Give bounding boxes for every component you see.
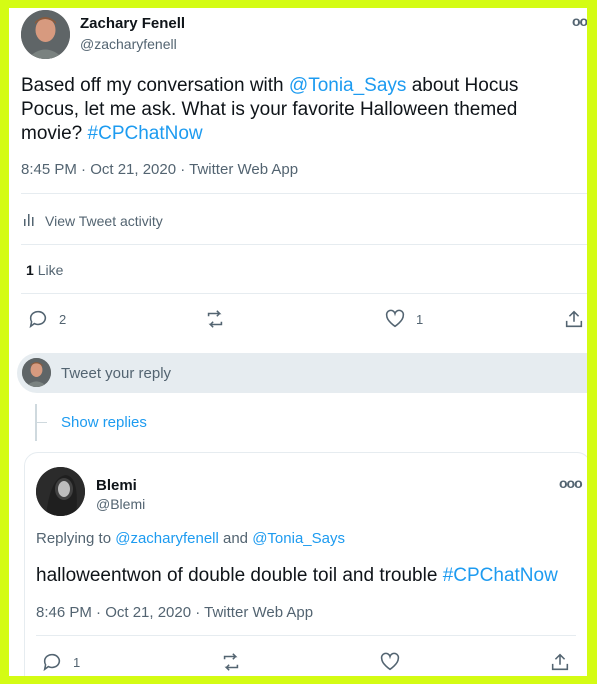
replying-to: Replying to @zacharyfenell and @Tonia_Sa… <box>36 530 345 547</box>
tweet-frame: Zachary Fenell @zacharyfenell ooo Based … <box>9 8 587 676</box>
tweet-text-part: Based off my conversation with <box>21 75 289 96</box>
like-button[interactable]: 1 <box>384 308 423 330</box>
like-label: Like <box>37 262 64 278</box>
share-icon <box>551 653 569 671</box>
share-button[interactable] <box>549 651 571 673</box>
replying-user-link[interactable]: @Tonia_Says <box>252 530 345 547</box>
reply-button[interactable]: 2 <box>27 308 66 330</box>
retweet-button[interactable] <box>220 651 242 673</box>
retweet-icon <box>223 653 239 671</box>
divider <box>21 244 587 245</box>
share-button[interactable] <box>563 308 585 330</box>
reply-author-avatar[interactable] <box>36 467 85 516</box>
replying-and: and <box>218 530 253 547</box>
reply-icon <box>43 653 61 672</box>
reply-input-placeholder[interactable]: Tweet your reply <box>61 365 171 382</box>
retweet-button[interactable] <box>204 308 226 330</box>
reply-icon <box>29 310 47 329</box>
reply-count: 2 <box>59 311 67 327</box>
author-name[interactable]: Zachary Fenell <box>80 15 185 32</box>
mention-link[interactable]: @Tonia_Says <box>289 75 407 96</box>
reply-tweet-card[interactable]: Blemi @Blemi ooo Replying to @zacharyfen… <box>24 452 587 676</box>
more-dots-icon[interactable]: ooo <box>572 13 587 29</box>
activity-label: View Tweet activity <box>45 212 163 229</box>
divider <box>36 635 576 636</box>
divider <box>21 193 587 194</box>
more-dots-icon[interactable]: ooo <box>559 475 583 491</box>
tweet-text: Based off my conversation with @Tonia_Sa… <box>21 74 576 146</box>
share-icon <box>565 310 583 328</box>
author-avatar[interactable] <box>21 10 70 59</box>
thread-connector <box>37 422 47 423</box>
hashtag-link[interactable]: #CPChatNow <box>88 123 203 144</box>
reply-text-part: halloweentwon of double double toil and … <box>36 565 443 586</box>
reply-author-name[interactable]: Blemi <box>96 477 137 494</box>
like-count: 1 <box>26 262 34 278</box>
likes-summary[interactable]: 1 Like <box>26 262 63 278</box>
divider <box>21 293 587 294</box>
user-avatar <box>22 358 51 387</box>
heart-icon <box>380 652 400 671</box>
view-activity-link[interactable]: View Tweet activity <box>23 211 163 230</box>
replying-prefix: Replying to <box>36 530 116 547</box>
reply-author-handle[interactable]: @Blemi <box>96 496 145 512</box>
replying-user-link[interactable]: @zacharyfenell <box>115 530 219 547</box>
reply-text: halloweentwon of double double toil and … <box>36 564 576 588</box>
tweet-timestamp[interactable]: 8:45 PM · Oct 21, 2020 · Twitter Web App <box>21 161 298 178</box>
heart-count: 1 <box>416 311 424 327</box>
show-replies-link[interactable]: Show replies <box>61 414 147 431</box>
retweet-icon <box>207 310 223 328</box>
reply-timestamp[interactable]: 8:46 PM · Oct 21, 2020 · Twitter Web App <box>36 604 313 621</box>
heart-icon <box>385 309 405 328</box>
reply-composer[interactable]: Tweet your reply <box>17 353 587 393</box>
reply-button[interactable]: 1 <box>41 651 80 673</box>
hashtag-link[interactable]: #CPChatNow <box>443 565 558 586</box>
like-button[interactable] <box>379 651 401 673</box>
activity-chart-icon <box>23 211 37 230</box>
author-handle[interactable]: @zacharyfenell <box>80 36 177 52</box>
reply-count: 1 <box>73 654 81 670</box>
